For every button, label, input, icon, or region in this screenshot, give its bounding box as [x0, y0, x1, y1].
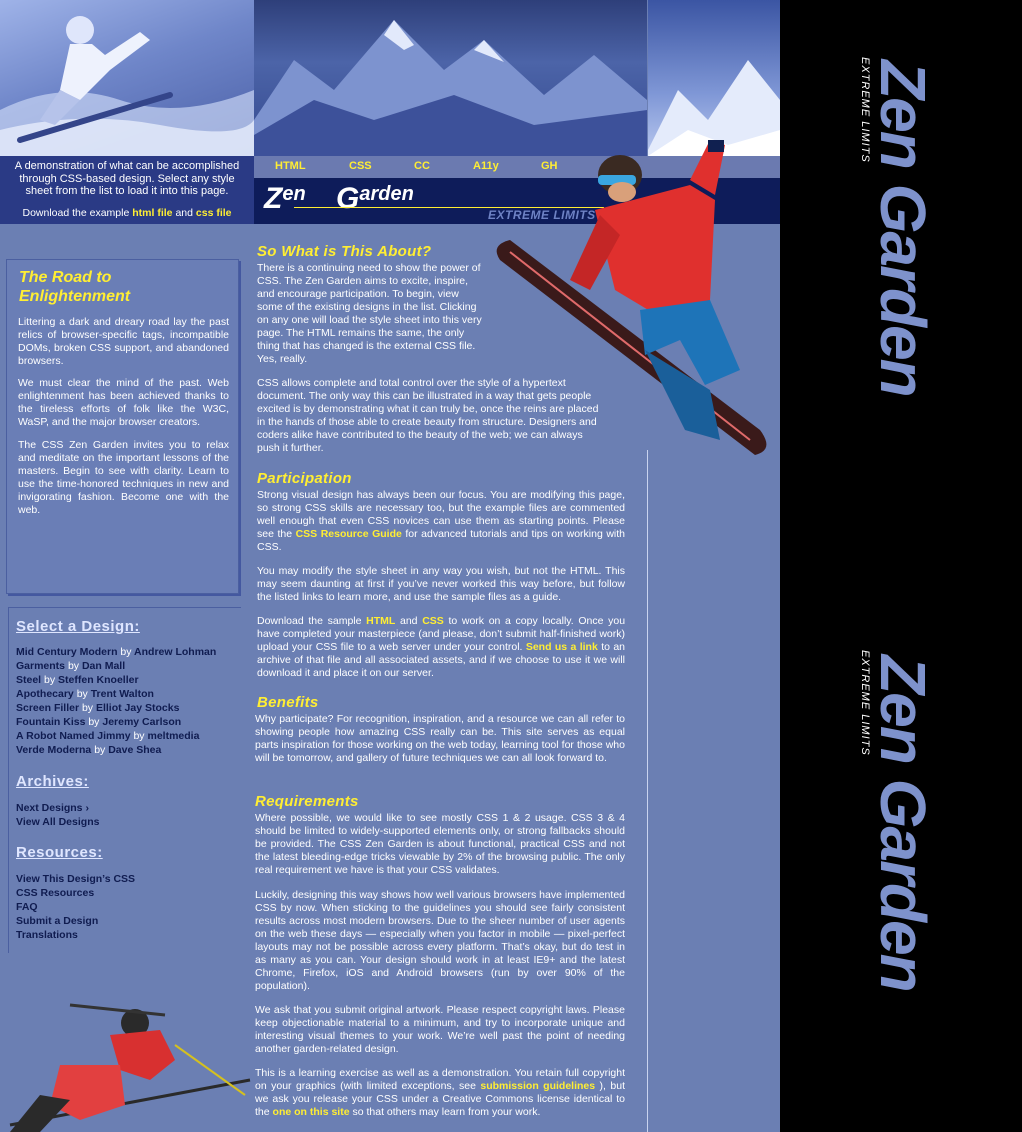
- download-line: Download the example html file and css f…: [8, 207, 246, 220]
- participation-p3-and: and: [399, 615, 418, 627]
- vertical-title-bottom: Zen Garden: [867, 655, 939, 991]
- license-link[interactable]: one on this site: [273, 1106, 350, 1118]
- design-name[interactable]: Verde Moderna: [16, 744, 91, 756]
- submission-guidelines-link[interactable]: submission guidelines: [480, 1080, 595, 1092]
- design-author[interactable]: Dan Mall: [82, 660, 125, 672]
- nav-a11y[interactable]: A11y: [473, 160, 499, 172]
- design-by: by: [120, 646, 132, 658]
- design-item: Verde Moderna by Dave Shea: [16, 744, 161, 756]
- requirements-p4-text-end: so that others may learn from your work.: [352, 1106, 541, 1118]
- vertical-subtitle-bottom: EXTREME LIMITS: [859, 650, 871, 756]
- design-item: Screen Filler by Elliot Jay Stocks: [16, 702, 179, 714]
- sample-html-link[interactable]: HTML: [366, 615, 395, 627]
- design-item: Mid Century Modern by Andrew Lohman: [16, 646, 216, 658]
- benefits-paragraph: Why participate? For recognition, inspir…: [255, 713, 625, 764]
- participation-paragraph-1: Strong visual design has always been our…: [257, 489, 625, 554]
- vertical-title-top: Zen Garden: [867, 60, 939, 396]
- participation-heading: Participation: [257, 470, 352, 487]
- design-name[interactable]: Fountain Kiss: [16, 716, 85, 728]
- requirements-paragraph-4: This is a learning exercise as well as a…: [255, 1067, 625, 1119]
- design-by: by: [88, 716, 100, 728]
- css-resource-guide-link[interactable]: CSS Resource Guide: [296, 528, 402, 540]
- design-item: Steel by Steffen Knoeller: [16, 674, 139, 686]
- design-name[interactable]: Steel: [16, 674, 41, 686]
- design-author[interactable]: meltmedia: [147, 730, 199, 742]
- design-name[interactable]: Apothecary: [16, 688, 74, 700]
- design-by: by: [94, 744, 106, 756]
- logo-bar: Zen Garden EXTREME LIMITS: [254, 178, 780, 224]
- sample-css-link[interactable]: CSS: [422, 615, 444, 627]
- intro-text: A demonstration of what can be accomplis…: [14, 160, 240, 197]
- intro-box: A demonstration of what can be accomplis…: [0, 156, 254, 224]
- benefits-heading: Benefits: [257, 694, 319, 711]
- logo-garden-rest: arden: [359, 183, 414, 205]
- css-file-link[interactable]: css file: [196, 207, 232, 219]
- road-to-enlightenment-box: The Road to Enlightenment Littering a da…: [6, 259, 239, 594]
- nav-cc[interactable]: CC: [414, 160, 430, 172]
- design-name[interactable]: Screen Filler: [16, 702, 79, 714]
- design-author[interactable]: Andrew Lohman: [134, 646, 216, 658]
- resource-css-resources-link[interactable]: CSS Resources: [16, 887, 94, 899]
- about-paragraph-1: There is a continuing need to show the p…: [257, 262, 482, 365]
- requirements-paragraph-1: Where possible, we would like to see mos…: [255, 812, 625, 876]
- next-designs-link[interactable]: Next Designs ›: [16, 802, 89, 814]
- design-item: Apothecary by Trent Walton: [16, 688, 154, 700]
- logo-zen: Zen: [264, 182, 306, 215]
- logo-tagline: EXTREME LIMITS: [488, 208, 596, 222]
- about-paragraph-2: CSS allows complete and total control ov…: [257, 377, 599, 454]
- design-name[interactable]: A Robot Named Jimmy: [16, 730, 131, 742]
- design-by: by: [44, 674, 56, 686]
- road-title: The Road to Enlightenment: [19, 269, 131, 305]
- download-prefix: Download the example: [22, 206, 130, 219]
- snowboarder-photo-top-left: [0, 0, 254, 156]
- resources-heading: Resources:: [16, 844, 103, 861]
- logo-garden: Garden: [336, 182, 414, 215]
- about-heading: So What is This About?: [257, 243, 432, 260]
- road-paragraph-2: We must clear the mind of the past. Web …: [18, 377, 229, 428]
- resource-view-css-link[interactable]: View This Design’s CSS: [16, 873, 135, 885]
- participation-paragraph-3: Download the sample HTML and CSS to work…: [257, 615, 625, 680]
- mountain-header-image: [254, 0, 647, 156]
- resource-faq-link[interactable]: FAQ: [16, 901, 38, 913]
- nav-bar: HTML CSS CC A11y GH: [254, 156, 780, 178]
- send-us-a-link[interactable]: Send us a link: [526, 641, 598, 653]
- column-divider: [647, 450, 648, 1132]
- logo-zen-rest: en: [282, 183, 306, 205]
- select-design-panel: Select a Design: Mid Century Modern by A…: [8, 607, 241, 953]
- html-file-link[interactable]: html file: [132, 207, 172, 219]
- participation-paragraph-2: You may modify the style sheet in any wa…: [257, 565, 625, 603]
- resource-submit-design-link[interactable]: Submit a Design: [16, 915, 98, 927]
- requirements-paragraph-2: Luckily, designing this way shows how we…: [255, 889, 625, 992]
- mountain-right-image: [648, 0, 780, 156]
- road-paragraph-3: The CSS Zen Garden invites you to relax …: [18, 439, 229, 516]
- design-item: Garments by Dan Mall: [16, 660, 125, 672]
- road-paragraph-1: Littering a dark and dreary road lay the…: [18, 316, 229, 367]
- resource-translations-link[interactable]: Translations: [16, 929, 78, 941]
- design-item: Fountain Kiss by Jeremy Carlson: [16, 716, 181, 728]
- design-name[interactable]: Mid Century Modern: [16, 646, 118, 658]
- participation-p3-text: Download the sample: [257, 615, 362, 627]
- vertical-subtitle-top: EXTREME LIMITS: [859, 57, 871, 163]
- design-author[interactable]: Jeremy Carlson: [102, 716, 181, 728]
- design-name[interactable]: Garments: [16, 660, 65, 672]
- design-author[interactable]: Elliot Jay Stocks: [96, 702, 179, 714]
- archives-heading: Archives:: [16, 773, 89, 790]
- nav-css[interactable]: CSS: [349, 160, 372, 172]
- design-by: by: [67, 660, 80, 672]
- design-by: by: [81, 702, 94, 714]
- design-author[interactable]: Trent Walton: [91, 688, 154, 700]
- nav-gh[interactable]: GH: [541, 160, 558, 172]
- design-author[interactable]: Dave Shea: [108, 744, 161, 756]
- skier-illustration: [0, 985, 254, 1132]
- design-by: by: [76, 688, 88, 700]
- view-all-designs-link[interactable]: View All Designs: [16, 816, 99, 828]
- design-author[interactable]: Steffen Knoeller: [58, 674, 139, 686]
- requirements-heading: Requirements: [255, 793, 359, 810]
- design-item: A Robot Named Jimmy by meltmedia: [16, 730, 199, 742]
- download-and: and: [175, 206, 193, 219]
- nav-html[interactable]: HTML: [275, 160, 306, 172]
- design-by: by: [133, 730, 145, 742]
- requirements-paragraph-3: We ask that you submit original artwork.…: [255, 1004, 625, 1055]
- select-design-heading: Select a Design:: [16, 618, 140, 635]
